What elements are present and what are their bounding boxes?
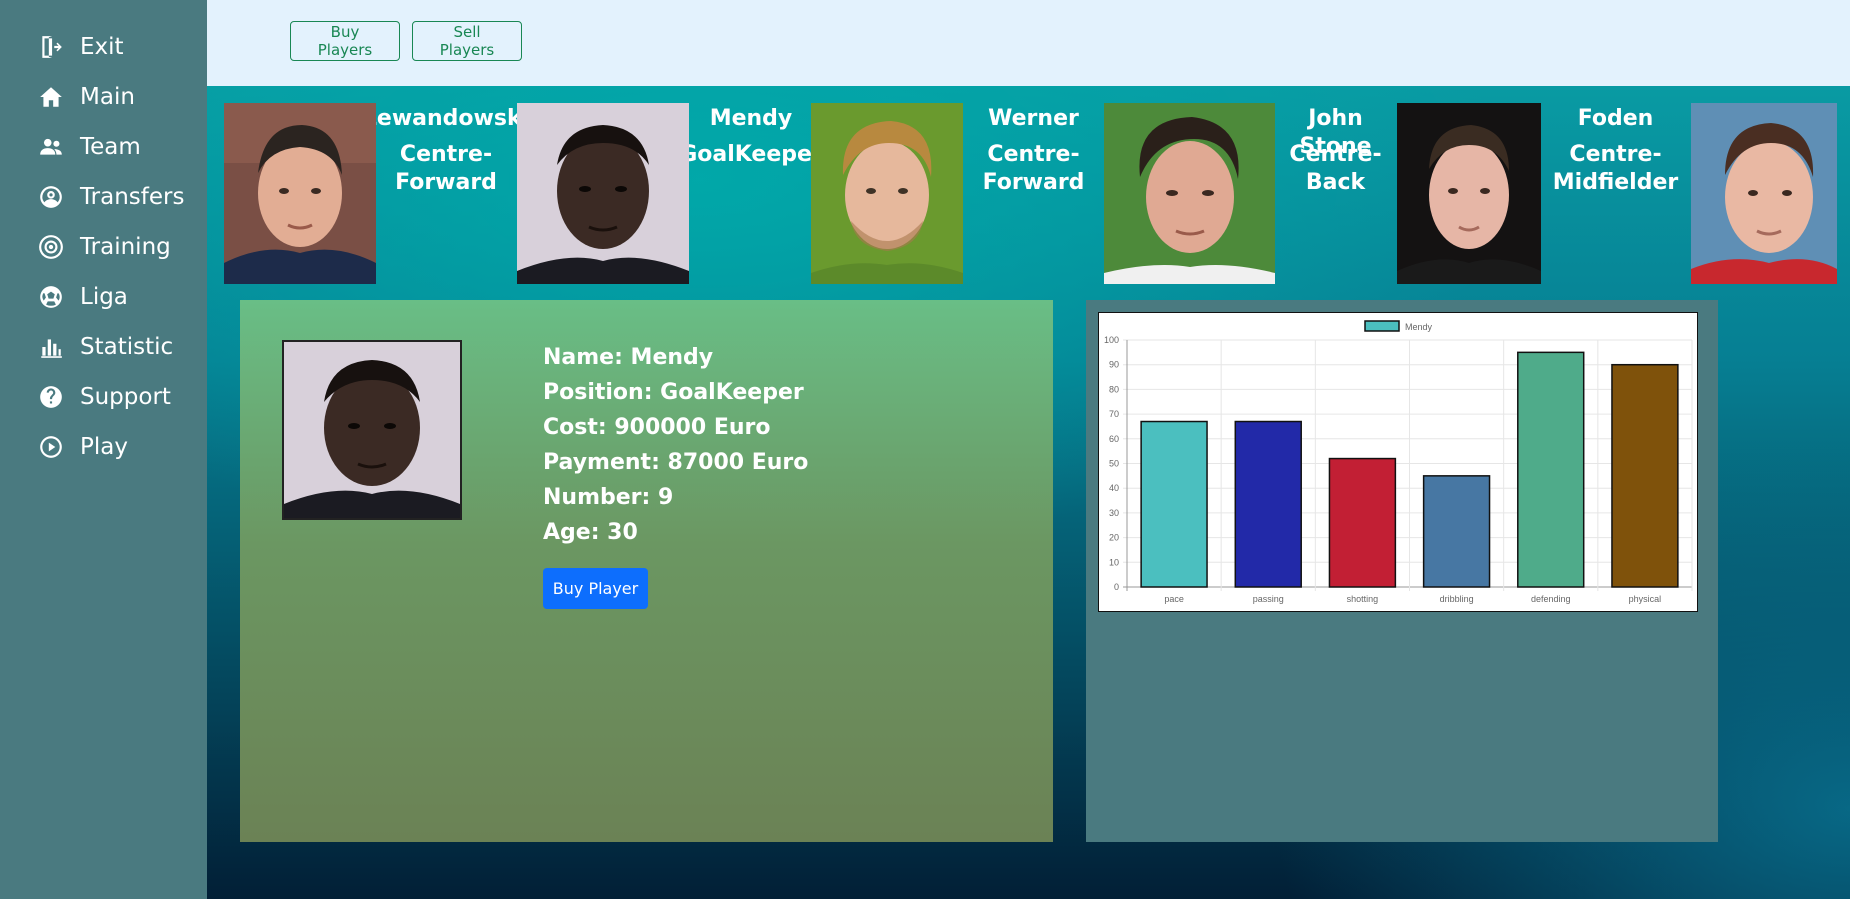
- bar-chart-svg: 0 10 20 30 40 50 60 70 80 90 100 pace passing shottin…: [1104, 320, 1693, 604]
- user-circle-icon: [40, 186, 62, 208]
- y-tick-label: 50: [1109, 459, 1119, 469]
- top-toolbar: Buy Players Sell Players: [207, 0, 1850, 86]
- buy-player-button[interactable]: Buy Player: [543, 568, 648, 609]
- chart-bar: [1422, 475, 1491, 588]
- player-age-line: Age: 30: [543, 520, 638, 545]
- y-tick-label: 70: [1109, 409, 1119, 419]
- sidebar-item-label: Main: [80, 84, 135, 110]
- player-name: John Stone: [1299, 106, 1372, 159]
- player-position: Centre- Forward: [395, 142, 497, 195]
- bar-chart-icon: [41, 339, 62, 358]
- sidebar-item-label: Training: [80, 234, 171, 260]
- legend-label: Mendy: [1405, 322, 1433, 332]
- sidebar-item-label: Play: [80, 434, 128, 460]
- player-card[interactable]: Mendy GoalKeeper: [517, 103, 823, 284]
- sidebar-item-label: Support: [80, 384, 171, 410]
- stats-chart-panel: 0 10 20 30 40 50 60 70 80 90 100 pace passing shottin…: [1086, 300, 1718, 842]
- player-details: Name: Mendy Position: GoalKeeper Cost: 9…: [543, 340, 808, 550]
- y-tick-label: 60: [1109, 434, 1119, 444]
- exit-icon: [42, 36, 62, 58]
- player-card-text: John Stone Centre- Back: [1275, 103, 1396, 284]
- y-tick-label: 10: [1109, 557, 1119, 567]
- team-icon: [40, 138, 62, 155]
- main-area: Buy Players Sell Players Lewandowski Cen…: [207, 0, 1850, 899]
- player-position: Centre- Midfielder: [1552, 142, 1679, 195]
- home-icon: [40, 87, 62, 107]
- player-name: Werner: [988, 106, 1079, 131]
- player-card[interactable]: Foden Centre- Midfielder: [1397, 103, 1690, 284]
- x-tick-label: dribbling: [1440, 594, 1474, 604]
- y-tick-label: 40: [1109, 483, 1119, 493]
- chart-bar: [1611, 363, 1679, 588]
- player-card[interactable]: John Stone Centre- Back: [1104, 103, 1396, 284]
- player-photo: [224, 103, 376, 284]
- sidebar-item-label: Statistic: [80, 334, 174, 360]
- chart-bar: [1328, 457, 1397, 588]
- sidebar-item-statistic[interactable]: Statistic: [0, 322, 207, 372]
- player-name: Foden: [1577, 106, 1654, 131]
- player-card-text: Werner Centre- Forward: [963, 103, 1104, 284]
- sidebar: Exit Main Team Transfers Training Liga S…: [0, 0, 207, 899]
- player-card[interactable]: Lewandowski Centre- Forward: [224, 103, 529, 284]
- player-name-line: Name: Mendy: [543, 345, 714, 370]
- player-card-text: Lewandowski Centre- Forward: [363, 103, 529, 284]
- sidebar-item-label: Liga: [80, 284, 128, 310]
- sidebar-item-support[interactable]: Support: [0, 372, 207, 422]
- player-card-text: Foden Centre- Midfielder: [1541, 103, 1690, 284]
- x-tick-label: shotting: [1347, 594, 1379, 604]
- sidebar-item-label: Team: [80, 134, 141, 160]
- player-name: Mendy: [709, 106, 793, 131]
- sidebar-item-label: Transfers: [80, 184, 185, 210]
- y-tick-label: 80: [1109, 384, 1119, 394]
- player-photo: [1691, 103, 1837, 284]
- buy-players-button[interactable]: Buy Players: [290, 21, 400, 61]
- chart-bar: [1234, 420, 1302, 588]
- player-position-line: Position: GoalKeeper: [543, 380, 804, 405]
- y-tick-label: 0: [1114, 582, 1119, 592]
- chart-bar: [1140, 420, 1208, 588]
- player-card-text: Mendy GoalKeeper: [679, 103, 823, 284]
- soccer-ball-icon: [40, 286, 62, 308]
- x-tick-label: pace: [1164, 594, 1184, 604]
- player-name: Lewandowski: [362, 106, 530, 131]
- player-position: Centre- Back: [1289, 142, 1382, 195]
- y-tick-label: 100: [1104, 335, 1119, 345]
- player-payment-line: Payment: 87000 Euro: [543, 450, 809, 475]
- sidebar-item-play[interactable]: Play: [0, 422, 207, 472]
- sidebar-item-transfers[interactable]: Transfers: [0, 172, 207, 222]
- sidebar-item-team[interactable]: Team: [0, 122, 207, 172]
- player-photo: [1397, 103, 1541, 284]
- player-position: GoalKeeper: [679, 142, 823, 167]
- player-cost-line: Cost: 900000 Euro: [543, 415, 771, 440]
- y-tick-label: 30: [1109, 508, 1119, 518]
- player-photo: [1104, 103, 1275, 284]
- sidebar-item-training[interactable]: Training: [0, 222, 207, 272]
- player-card[interactable]: Werner Centre- Forward: [811, 103, 1104, 284]
- player-card[interactable]: [1691, 103, 1837, 284]
- chart-bar: [1517, 351, 1585, 588]
- x-tick-label: defending: [1531, 594, 1571, 604]
- player-number-line: Number: 9: [543, 485, 674, 510]
- help-icon: [40, 386, 62, 408]
- sidebar-item-main[interactable]: Main: [0, 72, 207, 122]
- sidebar-item-label: Exit: [80, 34, 124, 60]
- player-detail-panel: Name: Mendy Position: GoalKeeper Cost: 9…: [240, 300, 1053, 842]
- stats-chart: 0 10 20 30 40 50 60 70 80 90 100 pace passing shottin…: [1098, 312, 1698, 612]
- sell-players-button[interactable]: Sell Players: [412, 21, 522, 61]
- player-photo: [517, 103, 689, 284]
- player-photo: [811, 103, 963, 284]
- target-icon: [39, 235, 63, 259]
- sidebar-item-exit[interactable]: Exit: [0, 22, 207, 72]
- y-tick-label: 90: [1109, 360, 1119, 370]
- sidebar-item-liga[interactable]: Liga: [0, 272, 207, 322]
- x-tick-label: physical: [1629, 594, 1662, 604]
- x-tick-label: passing: [1253, 594, 1284, 604]
- player-strip: Lewandowski Centre- Forward Mendy GoalKe…: [207, 103, 1850, 284]
- legend-swatch: [1364, 320, 1400, 332]
- y-tick-label: 20: [1109, 533, 1119, 543]
- selected-player-photo: [282, 340, 462, 520]
- player-position: Centre- Forward: [982, 142, 1085, 195]
- play-icon: [40, 436, 62, 458]
